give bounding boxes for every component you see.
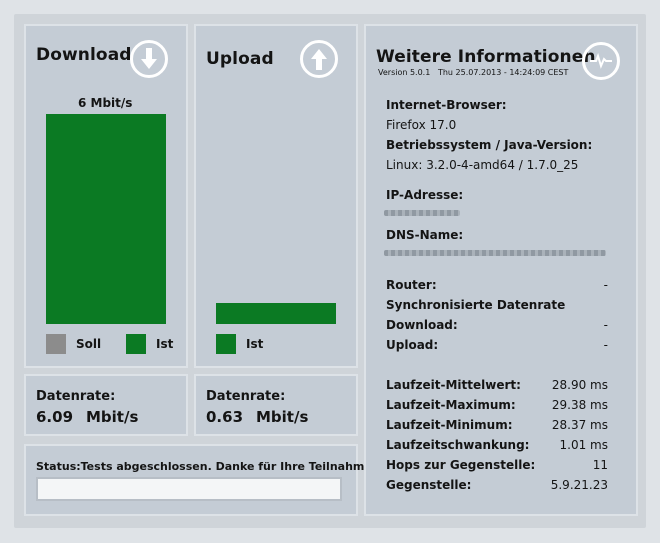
- latency-max-value: 29.38 ms: [551, 398, 608, 412]
- latency-max-row: Laufzeit-Maximum: 29.38 ms: [386, 398, 608, 416]
- latency-mean-label: Laufzeit-Mittelwert:: [386, 378, 521, 392]
- jitter-row: Laufzeitschwankung: 1.01 ms: [386, 438, 608, 456]
- dns-label: DNS-Name:: [386, 228, 464, 242]
- timestamp-text: Thu 25.07.2013 - 14:24:09 CEST: [437, 68, 569, 77]
- latency-max-label: Laufzeit-Maximum:: [386, 398, 516, 412]
- download-title: Download: [36, 45, 132, 65]
- download-bar-label: 6 Mbit/s: [78, 96, 133, 110]
- upload-rate-label: Datenrate:: [206, 389, 286, 404]
- sync-upload-value: -: [603, 338, 608, 352]
- browser-label: Internet-Browser:: [386, 98, 507, 112]
- legend-soll-swatch: [46, 334, 66, 354]
- download-rate-label: Datenrate:: [36, 389, 116, 404]
- upload-title: Upload: [206, 49, 274, 69]
- peer-row: Gegenstelle: 5.9.21.23: [386, 478, 608, 496]
- legend-soll-label: Soll: [76, 337, 102, 351]
- jitter-value: 1.01 ms: [559, 438, 608, 452]
- info-panel: Weitere Informationen Version 5.0.1 Thu …: [364, 24, 638, 516]
- ip-label: IP-Adresse:: [386, 188, 464, 202]
- version-text: Version 5.0.1: [378, 68, 431, 77]
- sync-upload-label: Upload:: [386, 338, 439, 352]
- arrow-down-circle-icon: [130, 40, 168, 78]
- speedtest-frame: Download 6 Mbit/s Soll Ist Upload Ist Da…: [14, 14, 646, 528]
- download-panel: Download 6 Mbit/s Soll Ist: [24, 24, 188, 368]
- latency-min-row: Laufzeit-Minimum: 28.37 ms: [386, 418, 608, 436]
- status-line: Status:Tests abgeschlossen. Danke für Ih…: [36, 460, 377, 473]
- peer-label: Gegenstelle:: [386, 478, 472, 492]
- upload-panel: Upload Ist: [194, 24, 358, 368]
- test-progress-fill: [38, 479, 340, 499]
- latency-min-value: 28.37 ms: [551, 418, 608, 432]
- os-label: Betriebssystem / Java-Version:: [386, 138, 593, 152]
- arrow-up-circle-icon: [300, 40, 338, 78]
- legend-ist-label: Ist: [156, 337, 174, 351]
- heartbeat-circle-icon: [582, 42, 620, 80]
- upload-rate-value: 0.63: [206, 408, 244, 426]
- hops-row: Hops zur Gegenstelle: 11: [386, 458, 608, 476]
- peer-value: 5.9.21.23: [550, 478, 608, 492]
- download-ist-bar: [46, 114, 166, 324]
- download-rate-value: 6.09: [36, 408, 74, 426]
- upload-rate-panel: Datenrate: 0.63 Mbit/s: [194, 374, 358, 436]
- router-label: Router:: [386, 278, 437, 292]
- info-title: Weitere Informationen: [376, 47, 596, 67]
- status-text: Tests abgeschlossen. Danke für Ihre Teil…: [80, 460, 377, 473]
- test-progress-bar: [36, 477, 342, 501]
- router-value: -: [603, 278, 608, 292]
- download-rate-panel: Datenrate: 6.09 Mbit/s: [24, 374, 188, 436]
- sync-label: Synchronisierte Datenrate: [386, 298, 566, 312]
- legend-ist-swatch: [126, 334, 146, 354]
- status-label: Status:: [36, 460, 81, 473]
- os-value: Linux: 3.2.0-4-amd64 / 1.7.0_25: [386, 158, 579, 172]
- version-line: Version 5.0.1 Thu 25.07.2013 - 14:24:09 …: [378, 68, 568, 77]
- hops-value: 11: [592, 458, 608, 472]
- hops-label: Hops zur Gegenstelle:: [386, 458, 536, 472]
- jitter-label: Laufzeitschwankung:: [386, 438, 530, 452]
- latency-mean-row: Laufzeit-Mittelwert: 28.90 ms: [386, 378, 608, 396]
- latency-min-label: Laufzeit-Minimum:: [386, 418, 513, 432]
- router-row: Router: -: [386, 278, 608, 296]
- sync-download-value: -: [603, 318, 608, 332]
- sync-upload-row: Upload: -: [386, 338, 608, 356]
- latency-mean-value: 28.90 ms: [551, 378, 608, 392]
- sync-download-label: Download:: [386, 318, 458, 332]
- upload-legend-ist-label: Ist: [246, 337, 264, 351]
- ip-value-redacted: [384, 210, 460, 216]
- status-panel: Status:Tests abgeschlossen. Danke für Ih…: [24, 444, 377, 516]
- download-rate-unit: Mbit/s: [86, 408, 139, 426]
- sync-download-row: Download: -: [386, 318, 608, 336]
- upload-legend-ist-swatch: [216, 334, 236, 354]
- browser-value: Firefox 17.0: [386, 118, 457, 132]
- upload-rate-unit: Mbit/s: [256, 408, 309, 426]
- upload-ist-bar: [216, 303, 336, 324]
- dns-value-redacted: [384, 250, 606, 256]
